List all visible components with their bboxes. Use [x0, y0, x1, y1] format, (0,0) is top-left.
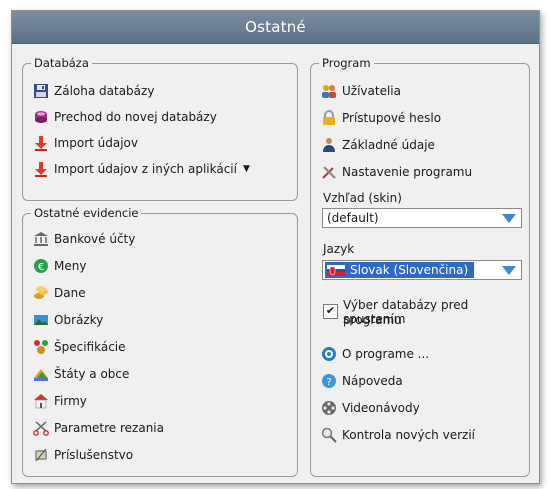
slovak-flag-icon — [327, 264, 345, 276]
currency-icon: € — [33, 258, 49, 274]
item-label: Príslušenstvo — [54, 448, 134, 462]
group-ostatne-evidencie: Ostatné evidencie Bankové účty € Meny Da… — [22, 206, 298, 477]
skin-select-value: (default) — [327, 211, 379, 225]
group-program: Program Užívatelia Prístupové heslo Zákl… — [310, 56, 530, 477]
language-select-value: Slovak (Slovenčina) — [325, 262, 475, 278]
svg-text:?: ? — [326, 377, 331, 388]
group-databaza-title: Databáza — [31, 56, 92, 70]
item-o-programe[interactable]: O programe ... — [321, 345, 429, 363]
item-label: Obrázky — [54, 313, 104, 327]
image-icon — [33, 312, 49, 328]
item-meny[interactable]: € Meny — [33, 257, 86, 275]
tools-icon — [321, 164, 337, 180]
item-prislusenstvo[interactable]: Príslušenstvo — [33, 446, 133, 464]
map-icon — [33, 366, 49, 382]
item-obrazky[interactable]: Obrázky — [33, 311, 103, 329]
item-label: Špecifikácie — [54, 340, 126, 354]
accessories-icon — [33, 447, 49, 463]
item-staty-a-obce[interactable]: Štáty a obce — [33, 365, 129, 383]
skin-select[interactable]: (default) — [322, 208, 522, 228]
bank-icon — [33, 231, 49, 247]
item-prechod-do-novej-databazy[interactable]: Prechod do novej databázy — [33, 108, 217, 126]
item-uzivatelia[interactable]: Užívatelia — [321, 82, 401, 100]
info-icon — [321, 346, 337, 362]
item-label: O programe ... — [342, 347, 430, 361]
item-nastavenie-programu[interactable]: Nastavenie programu — [321, 163, 472, 181]
database-migrate-icon — [33, 109, 49, 125]
film-reel-icon — [321, 400, 337, 416]
company-icon — [33, 393, 49, 409]
item-bankove-ucty[interactable]: Bankové účty — [33, 230, 135, 248]
import-arrow-icon — [33, 161, 49, 177]
item-label: Videonávody — [342, 401, 420, 415]
coins-icon — [33, 285, 49, 301]
item-label: Záloha databázy — [54, 84, 155, 98]
item-label: Import údajov — [54, 136, 138, 150]
item-label: Štáty a obce — [54, 367, 130, 381]
item-dane[interactable]: Dane — [33, 284, 86, 302]
chevron-down-icon[interactable]: ▼ — [243, 164, 250, 174]
window-title: Ostatné — [12, 11, 539, 44]
item-label: Import údajov z iných aplikácií — [54, 162, 237, 176]
group-program-title: Program — [319, 56, 374, 70]
item-label: Firmy — [54, 394, 87, 408]
group-databaza: Databáza Záloha databázy Prechod do nove… — [22, 56, 298, 201]
chevron-down-icon[interactable] — [501, 263, 517, 277]
startup-db-label-2: programu — [343, 313, 402, 327]
help-icon: ? — [321, 373, 337, 389]
language-select-text: Slovak (Slovenčina) — [350, 263, 469, 277]
item-label: Bankové účty — [54, 232, 136, 246]
item-kontrola-novych-verzii[interactable]: Kontrola nových verzií — [321, 426, 475, 444]
item-label: Prístupové heslo — [342, 111, 442, 125]
item-parametre-rezania[interactable]: Parametre rezania — [33, 419, 164, 437]
item-firmy[interactable]: Firmy — [33, 392, 87, 410]
item-zakladne-udaje[interactable]: Základné údaje — [321, 136, 435, 154]
specification-icon — [33, 339, 49, 355]
language-label: Jazyk — [323, 242, 355, 256]
item-label: Prechod do novej databázy — [54, 110, 217, 124]
item-label: Meny — [54, 259, 87, 273]
scissors-icon — [33, 420, 49, 436]
item-specifikacie[interactable]: Špecifikácie — [33, 338, 126, 356]
users-icon — [321, 83, 337, 99]
svg-text:€: € — [38, 262, 44, 273]
item-label: Nastavenie programu — [342, 165, 473, 179]
item-videonavody[interactable]: Videonávody — [321, 399, 420, 417]
magnifier-icon — [321, 427, 337, 443]
item-label: Základné údaje — [342, 138, 435, 152]
item-zaloha-databazy[interactable]: Záloha databázy — [33, 82, 154, 100]
item-label: Kontrola nových verzií — [342, 428, 475, 442]
item-label: Dane — [54, 286, 86, 300]
item-import-udajov[interactable]: Import údajov — [33, 134, 138, 152]
floppy-disk-icon — [33, 83, 49, 99]
item-label: Parametre rezania — [54, 421, 164, 435]
group-ostatne-title: Ostatné evidencie — [31, 206, 142, 220]
item-napoveda[interactable]: ? Nápoveda — [321, 372, 403, 390]
language-select[interactable]: Slovak (Slovenčina) — [322, 260, 522, 280]
import-arrow-icon — [33, 135, 49, 151]
dialog-window: Ostatné Databáza Záloha databázy Prechod… — [11, 10, 540, 484]
startup-db-checkbox[interactable]: ✔ — [323, 304, 338, 319]
item-label: Užívatelia — [342, 84, 401, 98]
item-label: Nápoveda — [342, 374, 403, 388]
skin-label: Vzhľad (skin) — [323, 191, 402, 205]
lock-icon — [321, 110, 337, 126]
person-icon — [321, 137, 337, 153]
item-pristupove-heslo[interactable]: Prístupové heslo — [321, 109, 441, 127]
chevron-down-icon[interactable] — [501, 211, 517, 225]
item-import-z-inych-aplikacii[interactable]: Import údajov z iných aplikácií ▼ — [33, 160, 250, 178]
